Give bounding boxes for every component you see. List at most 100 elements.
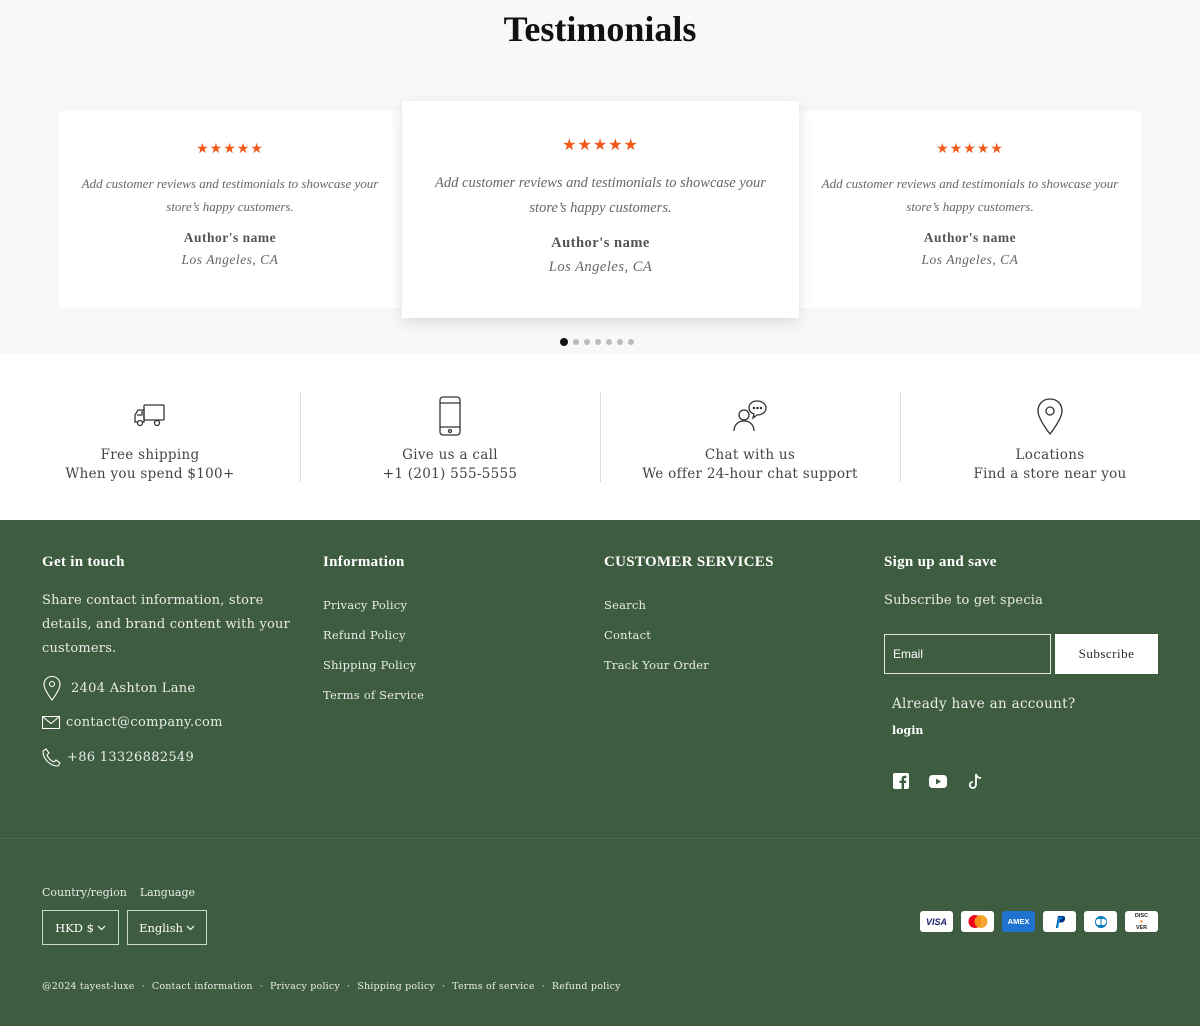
footer-link-track-order[interactable]: Track Your Order: [604, 650, 844, 680]
feature-subtitle: +1 (201) 555-5555: [382, 466, 518, 482]
visa-icon: VISA: [920, 911, 953, 932]
testimonial-quote: Add customer reviews and testimonials to…: [435, 175, 766, 216]
footer-information-column: Information Privacy Policy Refund Policy…: [323, 554, 563, 710]
chat-person-icon: [733, 400, 767, 432]
testimonial-author: Author's name: [923, 230, 1017, 245]
policy-link-privacy[interactable]: Privacy policy: [270, 981, 340, 992]
footer-contact-column: Get in touch Share contact information, …: [42, 554, 312, 767]
chevron-down-icon: [97, 925, 106, 930]
login-link[interactable]: login: [892, 724, 923, 737]
subscribe-button[interactable]: Subscribe: [1055, 634, 1158, 674]
truck-icon: [134, 404, 165, 427]
footer-divider: [0, 838, 1200, 839]
carousel-pagination: [560, 338, 634, 346]
feature-title: Give us a call: [402, 447, 498, 463]
contact-phone[interactable]: +86 13326882549: [42, 748, 312, 767]
footer-link-privacy-policy[interactable]: Privacy Policy: [323, 590, 563, 620]
tiktok-icon[interactable]: [966, 772, 984, 790]
star-rating: ★★★★★: [196, 141, 264, 157]
footer-heading: Get in touch: [42, 554, 125, 570]
feature-title: Free shipping: [100, 447, 200, 463]
testimonial-quote: Add customer reviews and testimonials to…: [821, 176, 1119, 214]
services-links: Search Contact Track Your Order: [604, 590, 844, 680]
address-text: 2404 Ashton Lane: [71, 680, 196, 696]
star-rating: ★★★★★: [936, 141, 1004, 157]
carousel-dot[interactable]: [573, 339, 579, 345]
policy-link-terms[interactable]: Terms of service: [452, 981, 535, 992]
footer-newsletter-column: Sign up and save Subscribe to get specia…: [884, 554, 1164, 814]
country-region-label: Country/region: [42, 886, 127, 899]
feature-title: Chat with us: [704, 447, 796, 463]
footer-link-contact[interactable]: Contact: [604, 620, 844, 650]
currency-selector[interactable]: HKD $: [42, 910, 119, 945]
footer-link-search[interactable]: Search: [604, 590, 844, 620]
language-label: Language: [139, 886, 196, 899]
testimonials-section: Testimonials ★★★★★ Add customer reviews …: [0, 0, 1200, 354]
localization-labels: Country/region Language: [42, 886, 195, 899]
testimonial-location: Los Angeles, CA: [921, 252, 1019, 267]
facebook-icon[interactable]: [892, 772, 910, 790]
testimonial-card-center: ★★★★★ Add customer reviews and testimoni…: [402, 101, 799, 318]
policy-link-refund[interactable]: Refund policy: [552, 981, 621, 992]
footer-heading: CUSTOMER SERVICES: [604, 554, 774, 570]
policy-link-contact-information[interactable]: Contact information: [152, 981, 253, 992]
language-value: English: [139, 920, 183, 935]
mastercard-icon: [961, 911, 994, 932]
footer-link-refund-policy[interactable]: Refund Policy: [323, 620, 563, 650]
location-pin-icon: [43, 675, 61, 701]
email-text: contact@company.com: [66, 715, 223, 730]
separator: ·: [259, 981, 263, 992]
information-links: Privacy Policy Refund Policy Shipping Po…: [323, 590, 563, 710]
footer-link-shipping-policy[interactable]: Shipping Policy: [323, 650, 563, 680]
carousel-dot[interactable]: [628, 339, 634, 345]
site-footer: Get in touch Share contact information, …: [0, 520, 1200, 1026]
phone-icon: [439, 396, 461, 436]
footer-services-column: CUSTOMER SERVICES Search Contact Track Y…: [604, 554, 844, 680]
footer-bottom-links: @2024 tayest-luxe · Contact information …: [42, 981, 621, 992]
footer-link-terms-of-service[interactable]: Terms of Service: [323, 680, 563, 710]
contact-email[interactable]: contact@company.com: [42, 715, 312, 730]
copyright-text: @2024 tayest-luxe: [42, 981, 135, 992]
testimonial-author: Author's name: [183, 230, 277, 245]
feature-free-shipping: Free shipping When you spend $100+: [0, 354, 300, 520]
carousel-dot[interactable]: [584, 339, 590, 345]
youtube-icon[interactable]: [929, 772, 947, 790]
testimonial-location: Los Angeles, CA: [181, 252, 279, 267]
feature-call: Give us a call +1 (201) 555-5555: [300, 354, 600, 520]
carousel-dot[interactable]: [595, 339, 601, 345]
carousel-dot[interactable]: [560, 338, 568, 346]
testimonial-location: Los Angeles, CA: [548, 259, 653, 275]
footer-heading: Sign up and save: [884, 554, 997, 570]
separator: ·: [541, 981, 545, 992]
social-links: [892, 772, 984, 790]
separator: ·: [441, 981, 446, 992]
feature-title: Locations: [1015, 447, 1085, 463]
discover-icon: DISC ● VER: [1125, 911, 1158, 932]
feature-subtitle: We offer 24-hour chat support: [642, 466, 858, 482]
feature-subtitle: When you spend $100+: [65, 466, 235, 482]
language-selector[interactable]: English: [127, 910, 207, 945]
mail-icon: [42, 716, 60, 729]
newsletter-email-input[interactable]: [884, 634, 1051, 674]
chevron-down-icon: [186, 925, 195, 930]
location-pin-icon: [1037, 398, 1063, 435]
testimonial-card-right: ★★★★★ Add customer reviews and testimoni…: [799, 111, 1141, 308]
carousel-dot[interactable]: [617, 339, 623, 345]
feature-locations: Locations Find a store near you: [900, 354, 1200, 520]
star-rating: ★★★★★: [562, 135, 639, 154]
separator: ·: [141, 981, 145, 992]
phone-handset-icon: [42, 748, 61, 767]
separator: ·: [347, 981, 351, 992]
contact-address: 2404 Ashton Lane: [42, 675, 312, 701]
testimonial-quote: Add customer reviews and testimonials to…: [81, 176, 379, 214]
contact-description: Share contact information, store details…: [42, 593, 291, 656]
footer-heading: Information: [323, 554, 405, 570]
policy-link-shipping[interactable]: Shipping policy: [357, 981, 435, 992]
payment-icons: VISA AMEX DISC ● VER: [920, 911, 1158, 932]
phone-text: +86 13326882549: [67, 750, 195, 765]
testimonial-card-left: ★★★★★ Add customer reviews and testimoni…: [59, 111, 401, 308]
testimonial-author: Author's name: [551, 235, 650, 251]
newsletter-text: Subscribe to get specia: [884, 593, 1044, 608]
carousel-dot[interactable]: [606, 339, 612, 345]
diners-club-icon: [1084, 911, 1117, 932]
